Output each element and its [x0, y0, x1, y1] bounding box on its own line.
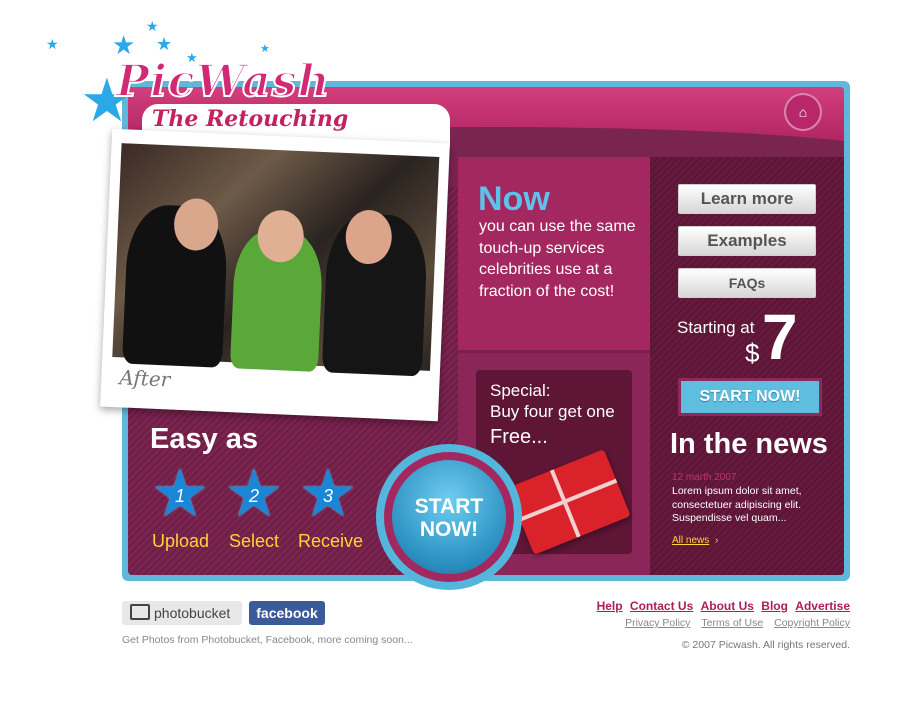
- help-link[interactable]: Help: [597, 599, 623, 613]
- big-start-line2: NOW!: [419, 518, 479, 541]
- arrow-right-icon: ›: [715, 535, 719, 546]
- blog-link[interactable]: Blog: [761, 599, 788, 613]
- decor-star-icon: ★: [156, 34, 173, 54]
- legal-links: Privacy Policy Terms of Use Copyright Po…: [617, 617, 850, 629]
- photobucket-label: photobucket: [154, 605, 231, 621]
- big-start-now-button[interactable]: START NOW!: [392, 460, 506, 574]
- camera-icon: [130, 604, 150, 620]
- copyright-policy-link[interactable]: Copyright Policy: [774, 617, 850, 629]
- photobucket-button[interactable]: photobucket: [122, 601, 242, 625]
- terms-of-use-link[interactable]: Terms of Use: [701, 617, 763, 629]
- faqs-button[interactable]: FAQs: [678, 268, 816, 298]
- special-free-text: Free...: [490, 426, 548, 448]
- facebook-button[interactable]: facebook: [249, 601, 325, 625]
- now-description: you can use the same touch-up services c…: [479, 218, 636, 300]
- step-3-label: Receive: [298, 531, 364, 551]
- about-us-link[interactable]: About Us: [701, 599, 754, 613]
- now-heading: Now: [478, 180, 550, 218]
- learn-more-button[interactable]: Learn more: [678, 184, 816, 214]
- photo-caption: After: [118, 365, 171, 392]
- logo-wordmark: PicWash: [115, 55, 331, 108]
- start-now-button[interactable]: START NOW!: [678, 378, 822, 416]
- step-1-label: Upload: [152, 531, 210, 551]
- home-icon: ⌂: [798, 104, 808, 120]
- advertise-link[interactable]: Advertise: [795, 599, 850, 613]
- after-photo: [112, 143, 440, 377]
- step-2-label: Select: [229, 531, 280, 551]
- special-offer-text: Buy four get one: [490, 402, 615, 421]
- copyright-text: © 2007 Picwash. All rights reserved.: [681, 639, 850, 651]
- contact-us-link[interactable]: Contact Us: [630, 599, 693, 613]
- price-currency: $: [745, 338, 760, 368]
- decor-star-icon: ★: [146, 18, 159, 34]
- decor-star-icon: ★: [46, 36, 59, 52]
- news-heading: In the news: [670, 428, 828, 460]
- price-value: 7: [762, 301, 798, 373]
- all-news-link[interactable]: All news: [672, 535, 709, 546]
- examples-button[interactable]: Examples: [678, 226, 816, 256]
- footer-note: Get Photos from Photobucket, Facebook, m…: [122, 634, 413, 646]
- step-3-star-icon: ★ 3: [298, 456, 358, 530]
- privacy-policy-link[interactable]: Privacy Policy: [625, 617, 690, 629]
- steps-heading: Easy as: [150, 423, 259, 455]
- special-label: Special:: [490, 381, 551, 400]
- step-1-star-icon: ★ 1: [150, 456, 210, 530]
- footer-links: Help Contact Us About Us Blog Advertise: [593, 599, 850, 613]
- step-2-star-icon: ★ 2: [224, 456, 284, 530]
- home-button[interactable]: ⌂: [784, 93, 822, 131]
- news-excerpt: Lorem ipsum dolor sit amet, consectetuer…: [672, 485, 802, 524]
- big-start-line1: START: [414, 495, 484, 518]
- after-photo-card: After: [100, 128, 450, 422]
- news-date: 12 marth 2007: [672, 472, 737, 483]
- starting-at-label: Starting at: [677, 318, 755, 337]
- decor-star-icon: ★: [260, 43, 270, 55]
